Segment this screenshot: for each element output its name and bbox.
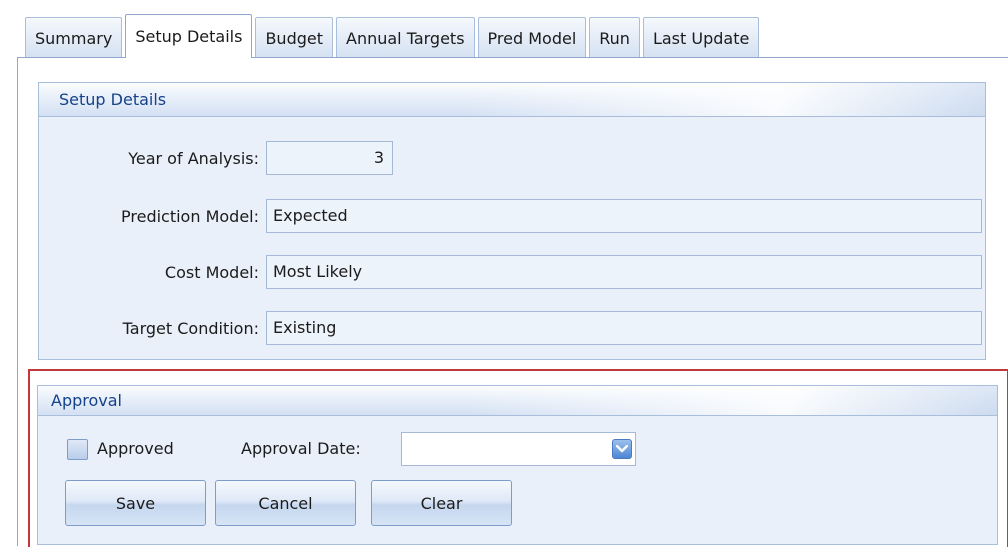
approved-label: Approved: [97, 439, 174, 458]
prediction-model-label: Prediction Model:: [121, 207, 259, 226]
tab-strip: Summary Setup Details Budget Annual Targ…: [25, 14, 762, 58]
save-button[interactable]: Save: [65, 480, 206, 526]
cost-model-label: Cost Model:: [164, 263, 259, 282]
approval-date-label: Approval Date:: [241, 439, 361, 458]
target-condition-field[interactable]: Existing: [266, 311, 982, 345]
target-condition-label: Target Condition:: [122, 319, 259, 338]
tab-annual-targets[interactable]: Annual Targets: [336, 17, 475, 58]
tab-run[interactable]: Run: [589, 17, 640, 58]
tab-last-update[interactable]: Last Update: [642, 17, 760, 58]
tab-setup-details[interactable]: Setup Details: [125, 14, 253, 58]
approval-date-picker[interactable]: [401, 432, 636, 466]
dropdown-arrow-icon[interactable]: [612, 439, 632, 459]
approval-header: Approval: [38, 386, 997, 416]
tab-page-setup-details: Setup Details Year of Analysis: 3 Predic…: [17, 57, 1008, 547]
prediction-model-field[interactable]: Expected: [266, 199, 982, 233]
year-of-analysis-label: Year of Analysis:: [128, 149, 259, 168]
clear-button[interactable]: Clear: [371, 480, 512, 526]
cancel-button[interactable]: Cancel: [215, 480, 356, 526]
setup-details-group: Setup Details Year of Analysis: 3 Predic…: [38, 82, 986, 360]
setup-details-header: Setup Details: [39, 83, 985, 117]
approval-title: Approval: [51, 391, 122, 410]
chevron-down-icon: [616, 445, 628, 453]
year-of-analysis-field[interactable]: 3: [266, 141, 393, 175]
tab-summary[interactable]: Summary: [25, 17, 123, 58]
tab-pred-model[interactable]: Pred Model: [477, 17, 587, 58]
setup-details-title: Setup Details: [59, 90, 167, 109]
approval-group: Approval Approved Approval Date: Save Ca…: [37, 385, 998, 545]
tab-budget[interactable]: Budget: [255, 17, 333, 58]
cost-model-field[interactable]: Most Likely: [266, 255, 982, 289]
approved-checkbox[interactable]: [67, 439, 88, 460]
